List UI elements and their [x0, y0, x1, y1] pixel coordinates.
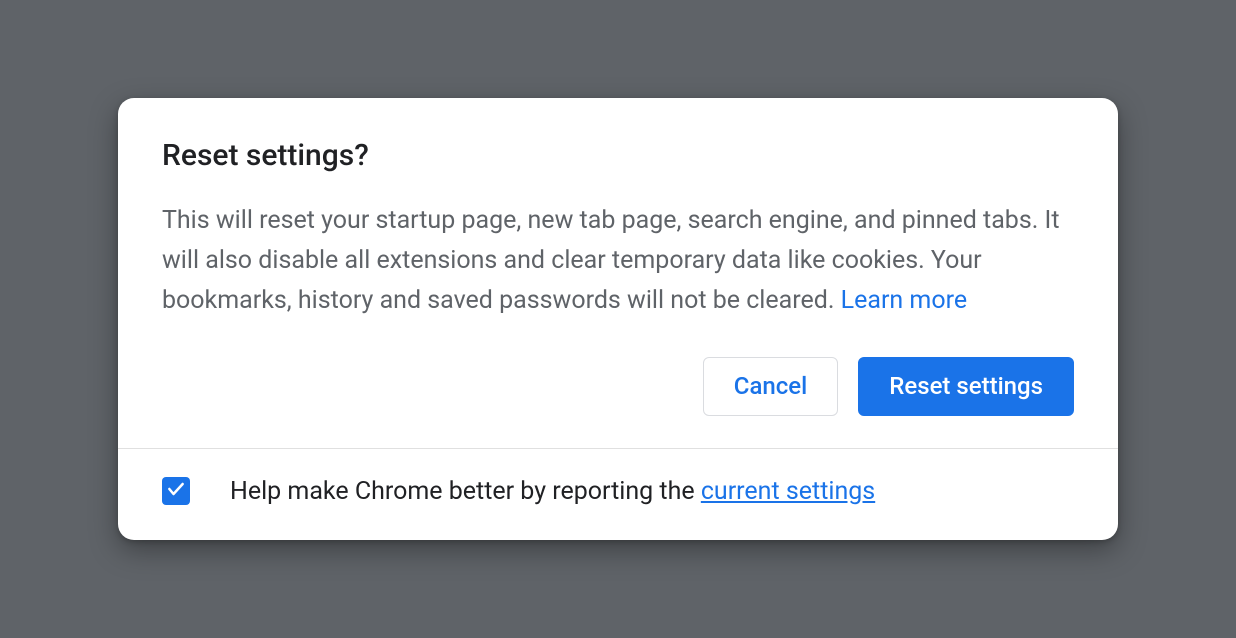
report-settings-checkbox[interactable]: [162, 477, 190, 505]
dialog-actions: Cancel Reset settings: [162, 321, 1074, 416]
report-settings-label: Help make Chrome better by reporting the…: [230, 477, 875, 506]
dialog-footer: Help make Chrome better by reporting the…: [118, 448, 1118, 540]
reset-settings-button[interactable]: Reset settings: [858, 357, 1074, 416]
learn-more-link[interactable]: Learn more: [841, 286, 967, 315]
cancel-button[interactable]: Cancel: [703, 357, 838, 416]
dialog-description: This will reset your startup page, new t…: [162, 201, 1074, 321]
current-settings-link[interactable]: current settings: [701, 477, 875, 506]
report-settings-label-text: Help make Chrome better by reporting the: [230, 477, 701, 506]
reset-settings-dialog: Reset settings? This will reset your sta…: [118, 98, 1118, 540]
dialog-body: Reset settings? This will reset your sta…: [118, 98, 1118, 448]
dialog-title: Reset settings?: [162, 138, 1074, 173]
checkmark-icon: [166, 479, 186, 503]
